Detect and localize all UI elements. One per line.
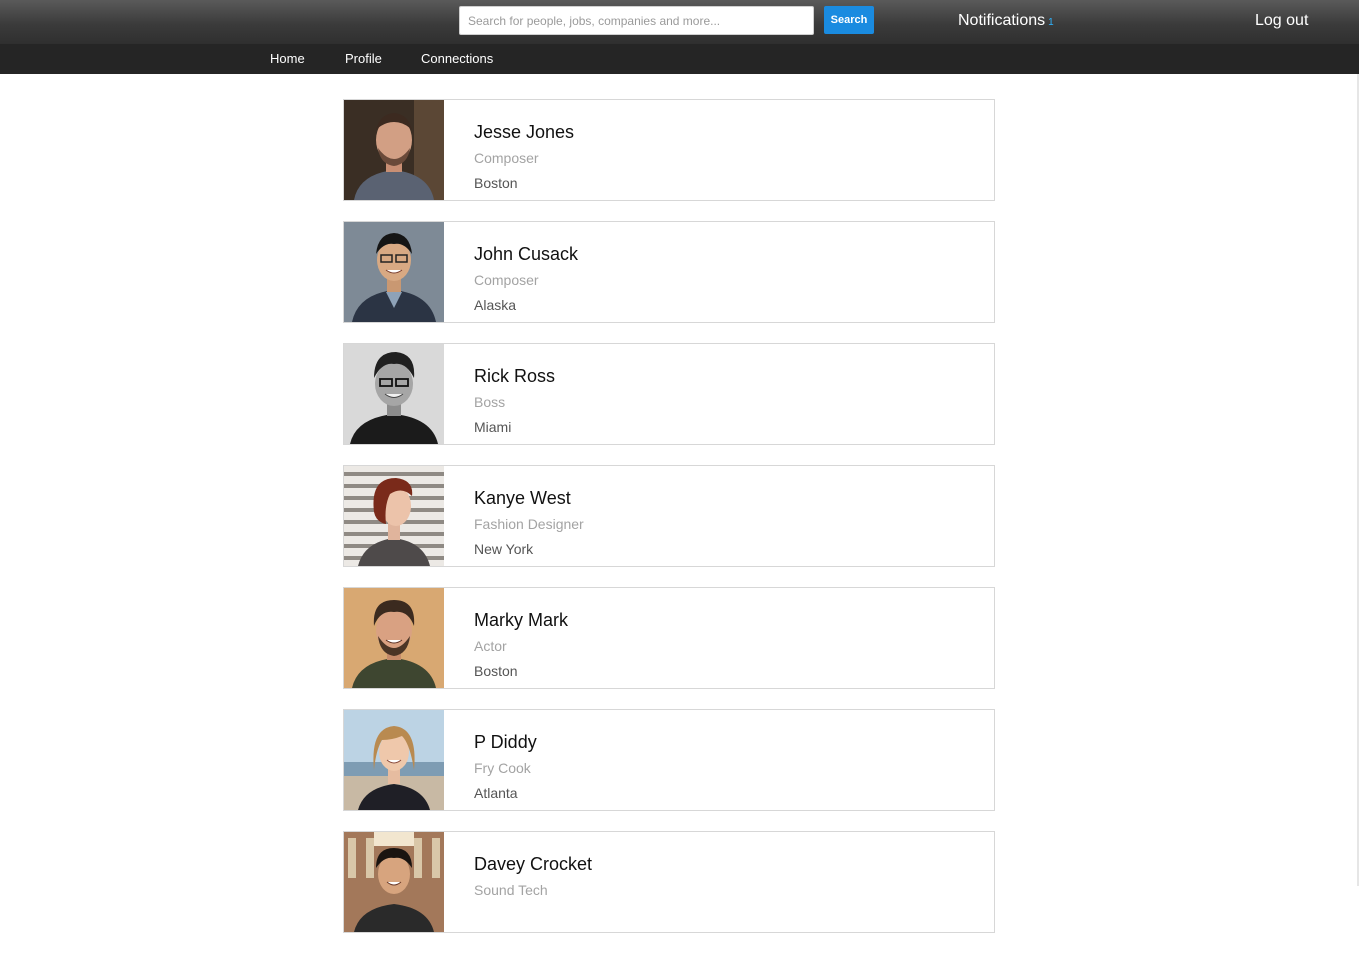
- logout-link[interactable]: Log out: [1255, 12, 1308, 30]
- person-card[interactable]: Marky Mark Actor Boston: [343, 587, 995, 689]
- person-card[interactable]: John Cusack Composer Alaska: [343, 221, 995, 323]
- person-title: Composer: [474, 150, 539, 166]
- search-button[interactable]: Search: [824, 6, 874, 34]
- person-location: Boston: [474, 663, 518, 679]
- nav-item-home[interactable]: Home: [270, 51, 305, 66]
- person-location: Atlanta: [474, 785, 518, 801]
- avatar: [344, 222, 444, 322]
- person-title: Fashion Designer: [474, 516, 584, 532]
- avatar: [344, 710, 444, 810]
- person-name[interactable]: Kanye West: [474, 488, 571, 509]
- person-name[interactable]: Marky Mark: [474, 610, 568, 631]
- avatar: [344, 100, 444, 200]
- search-input[interactable]: [459, 6, 814, 35]
- person-location: Boston: [474, 175, 518, 191]
- avatar: [344, 832, 444, 932]
- person-name[interactable]: Jesse Jones: [474, 122, 574, 143]
- avatar: [344, 344, 444, 444]
- notifications-label: Notifications: [958, 12, 1046, 29]
- person-title: Actor: [474, 638, 507, 654]
- person-title: Boss: [474, 394, 506, 410]
- person-card[interactable]: Kanye West Fashion Designer New York: [343, 465, 995, 567]
- avatar: [344, 466, 444, 566]
- person-name[interactable]: Davey Crocket: [474, 854, 592, 875]
- notifications-link[interactable]: Notifications 1: [958, 12, 1054, 30]
- notifications-count-badge: 1: [1048, 17, 1054, 28]
- avatar: [344, 588, 444, 688]
- person-name[interactable]: Rick Ross: [474, 366, 555, 387]
- nav-item-connections[interactable]: Connections: [421, 51, 493, 66]
- person-location: Miami: [474, 419, 512, 435]
- person-card[interactable]: Davey Crocket Sound Tech: [343, 831, 995, 933]
- person-card[interactable]: P Diddy Fry Cook Atlanta: [343, 709, 995, 811]
- nav-item-profile[interactable]: Profile: [345, 51, 382, 66]
- person-name[interactable]: P Diddy: [474, 732, 537, 753]
- top-bar: Search Notifications1 Log out: [0, 0, 1359, 44]
- person-card[interactable]: Rick Ross Boss Miami: [343, 343, 995, 445]
- person-location: New York: [474, 541, 534, 557]
- nav-bar: Home Profile Connections: [0, 44, 1359, 74]
- person-title: Composer: [474, 272, 539, 288]
- person-title: Sound Tech: [474, 882, 548, 898]
- person-name[interactable]: John Cusack: [474, 244, 578, 265]
- person-title: Fry Cook: [474, 760, 531, 776]
- person-location: Alaska: [474, 297, 517, 313]
- person-card[interactable]: Jesse Jones Composer Boston: [343, 99, 995, 201]
- people-list: Jesse Jones Composer Boston John Cusack …: [343, 99, 995, 953]
